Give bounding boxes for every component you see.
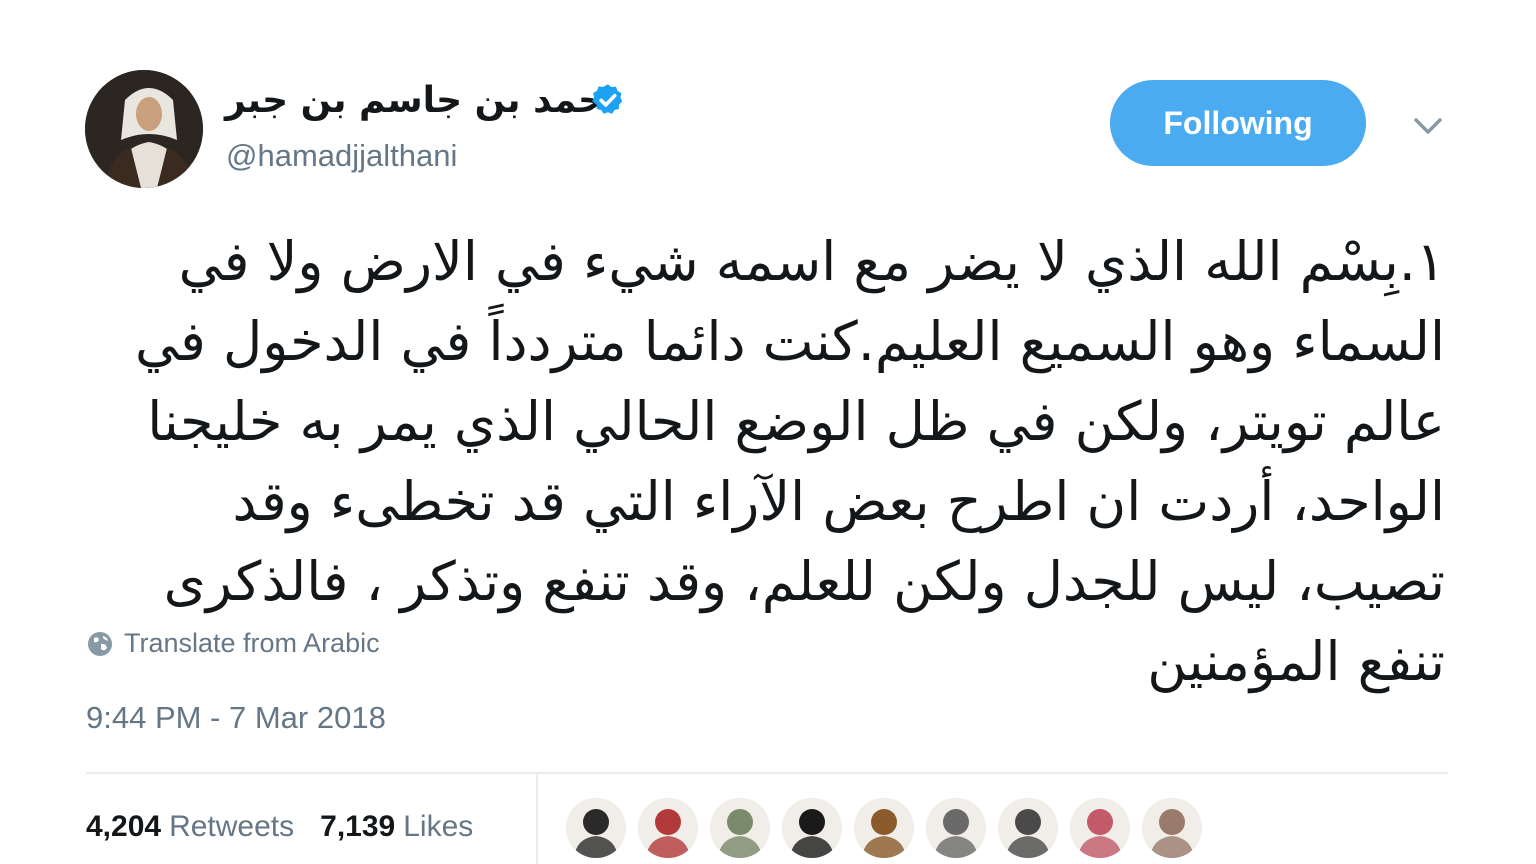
- retweets-count: 4,204: [86, 810, 162, 843]
- tweet-timestamp[interactable]: 9:44 PM - 7 Mar 2018: [86, 700, 386, 736]
- user-handle[interactable]: @hamadjjalthani: [226, 138, 457, 174]
- liker-avatar-icon: [998, 798, 1058, 858]
- liker-avatar[interactable]: [998, 798, 1058, 858]
- liker-avatar-icon: [566, 798, 626, 858]
- retweets-label: Retweets: [169, 810, 295, 843]
- likes-label: Likes: [403, 810, 474, 843]
- following-button[interactable]: Following: [1110, 80, 1366, 166]
- liker-avatar[interactable]: [854, 798, 914, 858]
- chevron-down-icon[interactable]: [1408, 108, 1448, 144]
- globe-icon: [88, 631, 112, 656]
- liker-avatar-icon: [782, 798, 842, 858]
- liker-avatar[interactable]: [566, 798, 626, 858]
- tweet-card: حمد بن جاسم بن جبر @hamadjjalthani Follo…: [0, 0, 1536, 864]
- liker-avatars: [566, 798, 1202, 858]
- liker-avatar-icon: [1142, 798, 1202, 858]
- liker-avatar-icon: [926, 798, 986, 858]
- tweet-stats: 4,204 Retweets 7,139 Likes: [86, 810, 473, 844]
- liker-avatar-icon: [854, 798, 914, 858]
- liker-avatar[interactable]: [782, 798, 842, 858]
- verified-badge-icon: [592, 84, 623, 114]
- liker-avatar[interactable]: [1070, 798, 1130, 858]
- avatar-icon: [85, 70, 203, 188]
- liker-avatar[interactable]: [1142, 798, 1202, 858]
- liker-avatar-icon: [710, 798, 770, 858]
- liker-avatar[interactable]: [926, 798, 986, 858]
- liker-avatar-icon: [638, 798, 698, 858]
- translate-link[interactable]: Translate from Arabic: [86, 628, 380, 659]
- divider: [86, 772, 1448, 774]
- liker-avatar-icon: [1070, 798, 1130, 858]
- stats-divider: [536, 774, 538, 864]
- likes-stat[interactable]: 7,139 Likes: [320, 810, 473, 844]
- liker-avatar[interactable]: [638, 798, 698, 858]
- likes-count: 7,139: [320, 810, 396, 843]
- retweets-stat[interactable]: 4,204 Retweets: [86, 810, 294, 844]
- translate-label[interactable]: Translate from Arabic: [124, 628, 380, 659]
- avatar[interactable]: [85, 70, 203, 188]
- liker-avatar[interactable]: [710, 798, 770, 858]
- display-name[interactable]: حمد بن جاسم بن جبر: [225, 80, 604, 121]
